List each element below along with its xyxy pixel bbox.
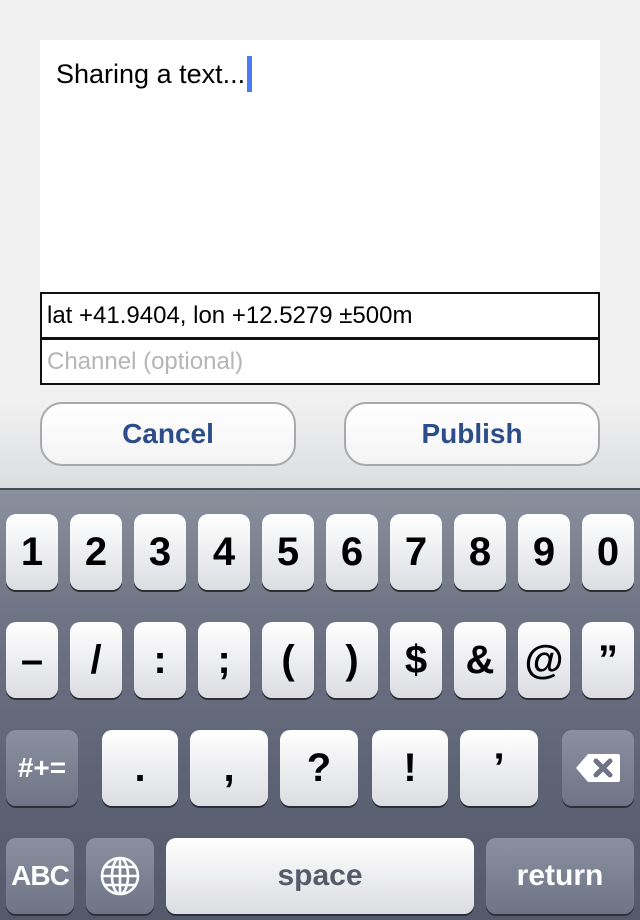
key-abc[interactable]: ABC xyxy=(6,838,74,914)
key-colon[interactable]: : xyxy=(134,622,186,698)
key-exclamation[interactable]: ! xyxy=(372,730,448,806)
key-globe[interactable] xyxy=(86,838,154,914)
key-period[interactable]: . xyxy=(102,730,178,806)
key-question[interactable]: ? xyxy=(280,730,358,806)
key-2[interactable]: 2 xyxy=(70,514,122,590)
key-5[interactable]: 5 xyxy=(262,514,314,590)
compose-text: Sharing a text... xyxy=(56,58,246,89)
key-6[interactable]: 6 xyxy=(326,514,378,590)
key-comma[interactable]: , xyxy=(190,730,268,806)
cancel-button[interactable]: Cancel xyxy=(40,402,296,466)
publish-button[interactable]: Publish xyxy=(344,402,600,466)
text-caret xyxy=(247,56,253,92)
key-1[interactable]: 1 xyxy=(6,514,58,590)
key-open-paren[interactable]: ( xyxy=(262,622,314,698)
key-ampersand[interactable]: & xyxy=(454,622,506,698)
key-0[interactable]: 0 xyxy=(582,514,634,590)
backspace-icon xyxy=(574,752,622,784)
key-4[interactable]: 4 xyxy=(198,514,250,590)
channel-field[interactable]: Channel (optional) xyxy=(40,338,600,385)
delete-key[interactable] xyxy=(562,730,634,806)
channel-placeholder: Channel (optional) xyxy=(47,347,244,375)
key-at[interactable]: @ xyxy=(518,622,570,698)
compose-text-line: Sharing a text... xyxy=(56,56,253,92)
key-9[interactable]: 9 xyxy=(518,514,570,590)
location-field[interactable]: lat +41.9404, lon +12.5279 ±500m xyxy=(40,292,600,339)
key-slash[interactable]: / xyxy=(70,622,122,698)
key-3[interactable]: 3 xyxy=(134,514,186,590)
key-8[interactable]: 8 xyxy=(454,514,506,590)
key-apostrophe[interactable]: ’ xyxy=(460,730,538,806)
globe-icon xyxy=(98,854,142,898)
space-key[interactable]: space xyxy=(166,838,474,914)
key-semicolon[interactable]: ; xyxy=(198,622,250,698)
key-dollar[interactable]: $ xyxy=(390,622,442,698)
key-close-paren[interactable]: ) xyxy=(326,622,378,698)
key-quote[interactable]: ” xyxy=(582,622,634,698)
return-key[interactable]: return xyxy=(486,838,634,914)
location-value: lat +41.9404, lon +12.5279 ±500m xyxy=(47,301,413,329)
keyboard: 1 2 3 4 5 6 7 8 9 0 – / : ; ( ) $ & @ ” … xyxy=(0,488,640,920)
key-dash[interactable]: – xyxy=(6,622,58,698)
key-more-symbols[interactable]: #+= xyxy=(6,730,78,806)
key-7[interactable]: 7 xyxy=(390,514,442,590)
